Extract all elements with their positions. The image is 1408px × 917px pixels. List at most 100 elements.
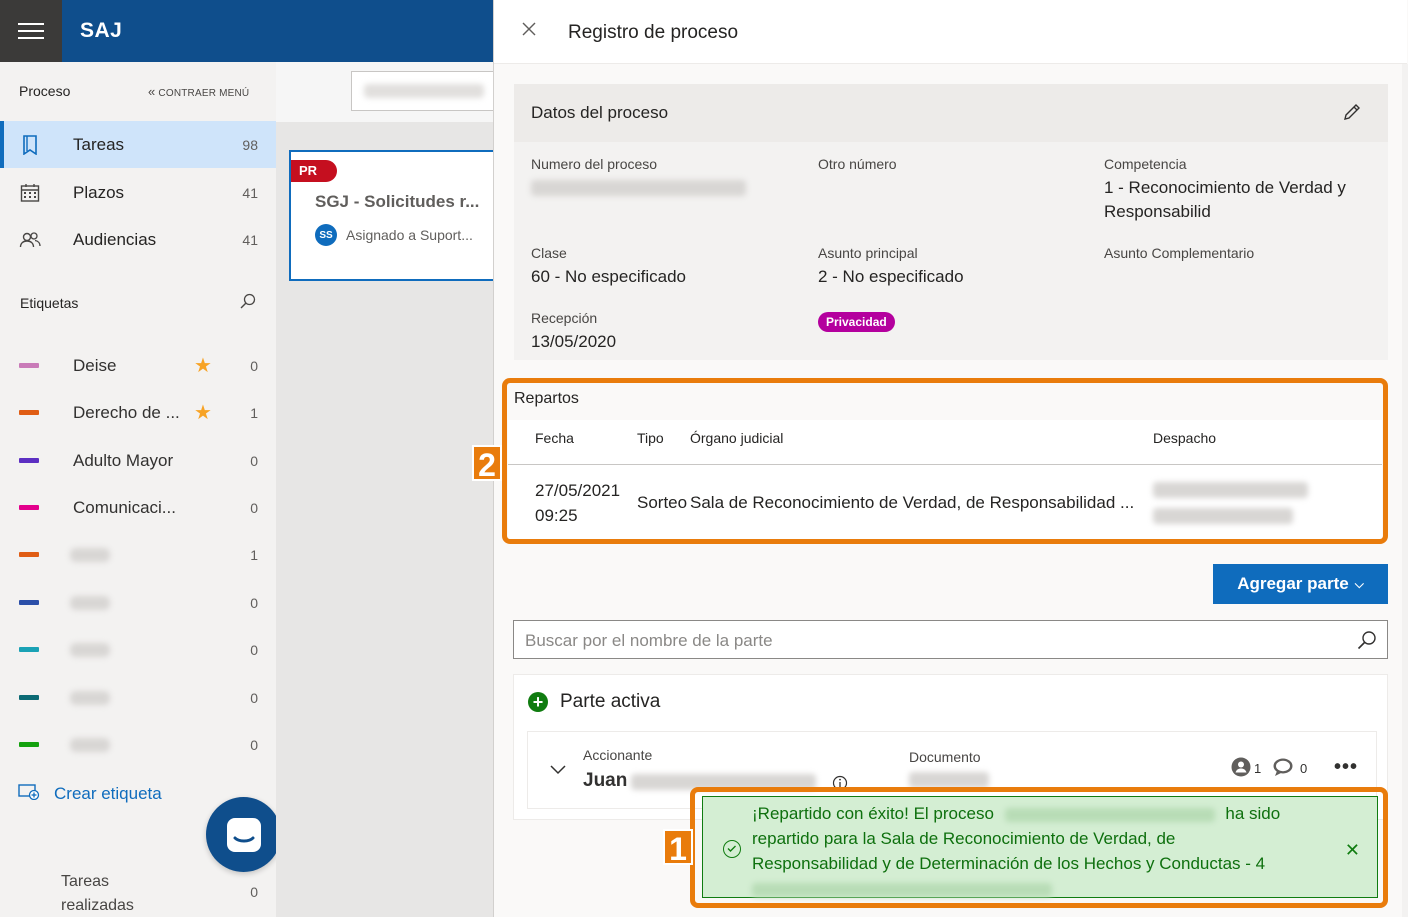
clase-label: Clase: [531, 245, 567, 261]
tag-count: 0: [250, 736, 258, 753]
party-search-input[interactable]: Buscar por el nombre de la parte: [513, 620, 1388, 659]
create-tag-button[interactable]: Crear etiqueta: [18, 782, 162, 805]
redacted-tag-label: [70, 642, 110, 657]
sidebar-item-count: 98: [242, 136, 258, 153]
redacted-search-text: [364, 84, 484, 98]
close-icon[interactable]: [522, 22, 540, 40]
main-search-input[interactable]: [351, 71, 511, 111]
tag-label: Deise: [73, 355, 117, 375]
chevron-down-icon: ⌵: [1354, 576, 1364, 591]
tag-color-swatch: [19, 410, 39, 415]
tag-item[interactable]: Derecho de ... ★ 1: [0, 389, 276, 436]
add-party-label: Agregar parte: [1237, 574, 1349, 593]
clase-value: 60 - No especificado: [531, 267, 686, 286]
card-title: SGJ - Solicitudes r...: [315, 192, 480, 211]
task-card[interactable]: PR SGJ - Solicitudes r... SS Asignado a …: [289, 150, 499, 281]
tag-item[interactable]: 0: [0, 721, 276, 768]
sidebar-header: Proceso: [19, 83, 71, 99]
tag-count: 1: [250, 404, 258, 421]
sidebar-item-audiencias[interactable]: Audiencias 41: [0, 216, 276, 263]
chat-launcher-button[interactable]: [206, 797, 281, 872]
tag-count: 0: [250, 499, 258, 516]
tag-color-swatch: [19, 742, 39, 747]
redacted-tag-label: [70, 547, 110, 562]
active-party-header: + Parte activa: [528, 691, 660, 713]
annotation-number-1: 1: [663, 829, 693, 867]
search-icon[interactable]: [1357, 630, 1377, 655]
tag-count: 0: [250, 689, 258, 706]
comment-icon[interactable]: [1272, 757, 1294, 782]
tag-label: Derecho de ...: [73, 402, 180, 422]
panel-header: Registro de proceso: [494, 0, 1407, 64]
tag-item[interactable]: 1: [0, 531, 276, 578]
tag-item[interactable]: Comunicaci... 0: [0, 484, 276, 531]
sidebar-item-tareas[interactable]: Tareas 98: [0, 121, 276, 168]
redacted-document: [909, 772, 989, 788]
tag-color-swatch: [19, 695, 39, 700]
redacted-tag-label: [70, 595, 110, 610]
tareas-realizadas-count: 0: [250, 884, 258, 900]
people-count: 1: [1254, 761, 1262, 776]
add-tag-icon: [18, 782, 40, 805]
tag-color-swatch: [19, 647, 39, 652]
tag-item[interactable]: 0: [0, 579, 276, 626]
tags-header: Etiquetas: [20, 295, 79, 311]
tag-color-swatch: [19, 505, 39, 510]
people-icon: [19, 229, 41, 251]
pencil-icon[interactable]: [1342, 102, 1362, 127]
asunto-complementario-label: Asunto Complementario: [1104, 245, 1255, 261]
star-icon[interactable]: ★: [194, 353, 212, 378]
main-toolbar: [276, 62, 511, 122]
bookmark-icon: [19, 134, 41, 156]
competencia-label: Competencia: [1104, 156, 1187, 172]
sidebar-item-count: 41: [242, 231, 258, 248]
redacted-tag-label: [70, 690, 110, 705]
person-icon: [1231, 757, 1251, 782]
tag-color-swatch: [19, 552, 39, 557]
competencia-value: 1 - Reconocimiento de Verdad y Responsab…: [1104, 178, 1346, 221]
redacted-tag-label: [70, 737, 110, 752]
tag-item[interactable]: Deise ★ 0: [0, 342, 276, 389]
annotation-box-1: [690, 787, 1388, 908]
tag-item[interactable]: 0: [0, 626, 276, 673]
double-chevron-left-icon: «: [148, 84, 156, 99]
recepcion-value: 13/05/2020: [531, 332, 617, 351]
sidebar-item-plazos[interactable]: Plazos 41: [0, 169, 276, 216]
collapse-menu-button[interactable]: « CONTRAER MENÚ: [148, 84, 249, 99]
sidebar-item-label: Tareas: [73, 134, 125, 154]
tag-label: Comunicaci...: [73, 497, 176, 517]
tag-count: 1: [250, 546, 258, 563]
add-party-button[interactable]: Agregar parte ⌵: [1213, 564, 1388, 604]
tag-item[interactable]: Adulto Mayor 0: [0, 437, 276, 484]
app-brand: SAJ: [80, 19, 123, 42]
party-name: Juan: [583, 770, 628, 791]
otro-numero-label: Otro número: [818, 156, 897, 172]
hamburger-menu-button[interactable]: [0, 0, 62, 62]
tag-count: 0: [250, 452, 258, 469]
tag-label: Adulto Mayor: [73, 450, 174, 470]
annotation-box-2: [502, 378, 1388, 544]
sidebar: Proceso « CONTRAER MENÚ Tareas 98 Plazos…: [0, 62, 276, 917]
tareas-realizadas-label[interactable]: Tareas realizadas: [61, 870, 181, 917]
more-options-icon[interactable]: •••: [1334, 756, 1358, 779]
party-role-label: Accionante: [583, 747, 653, 763]
chat-icon: [226, 817, 261, 852]
collapse-menu-label: CONTRAER MENÚ: [158, 88, 250, 99]
sidebar-item-label: Audiencias: [73, 229, 157, 249]
card-assignee: SS Asignado a Suport...: [315, 224, 473, 246]
tag-color-swatch: [19, 458, 39, 463]
tag-count: 0: [250, 594, 258, 611]
annotation-number-2: 2: [472, 445, 502, 483]
star-icon[interactable]: ★: [194, 400, 212, 425]
search-icon[interactable]: [240, 293, 256, 314]
tag-item[interactable]: 0: [0, 674, 276, 721]
active-party-title: Parte activa: [560, 691, 661, 712]
add-circle-icon[interactable]: +: [528, 692, 548, 712]
chevron-down-icon[interactable]: [550, 762, 566, 780]
tag-count: 0: [250, 357, 258, 374]
avatar: SS: [315, 224, 337, 246]
sidebar-item-count: 41: [242, 184, 258, 201]
tag-count: 0: [250, 641, 258, 658]
top-bar: SAJ: [0, 0, 493, 62]
panel-title: Registro de proceso: [568, 22, 739, 43]
